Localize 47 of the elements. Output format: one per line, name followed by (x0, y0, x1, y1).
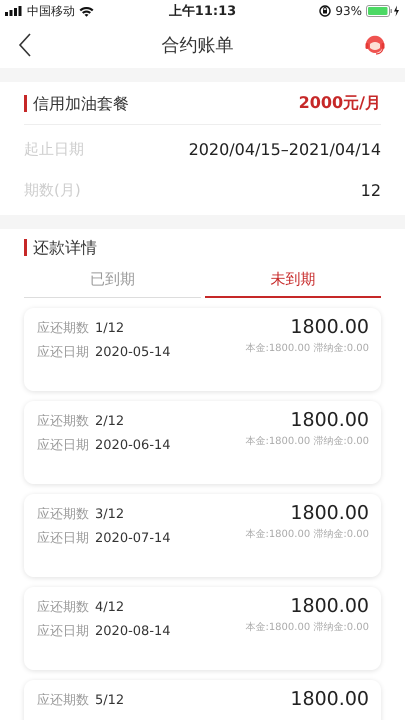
signal-icon (5, 6, 23, 16)
back-icon[interactable] (18, 33, 32, 57)
amount-breakdown: 本金:1800.00 滞纳金:0.00 (245, 434, 369, 448)
due-date: 2020-08-14 (95, 624, 171, 638)
section-title: 还款详情 (24, 239, 97, 256)
field-value: 2020/04/15–2021/04/14 (188, 140, 381, 159)
page-title: 合约账单 (162, 34, 234, 57)
field-label: 应还日期 (37, 530, 89, 547)
amount: 1800.00 (290, 409, 369, 431)
installment-card[interactable]: 应还期数 2/12 应还日期 2020-06-14 1800.00 本金:1800.00 滞纳金:0.00 (24, 401, 381, 484)
field-label: 应还日期 (37, 623, 89, 640)
tab[interactable]: 未到期 (204, 262, 381, 298)
period-value: 2/12 (95, 414, 124, 428)
field-label: 应还日期 (37, 437, 89, 454)
period-value: 3/12 (95, 506, 124, 522)
wifi-icon (79, 6, 94, 16)
field-label: 应还期数 (37, 320, 89, 337)
field-label: 应还日期 (37, 344, 89, 361)
amount: 1800.00 (290, 502, 369, 524)
amount-breakdown: 本金:1800.00 滞纳金:0.00 (245, 342, 369, 355)
field-label: 应还期数 (37, 599, 89, 616)
period-value: 5/12 (95, 692, 124, 708)
installment-card[interactable]: 应还期数 5/12 1800.00 (24, 680, 381, 720)
battery-charging-icon (366, 5, 400, 17)
plan-name: 信用加油套餐 (24, 94, 129, 112)
period-value: 1/12 (95, 320, 124, 336)
plan-price: 2000元/月 (298, 92, 381, 114)
installment-card[interactable]: 应还期数 4/12 应还日期 2020-08-14 1800.00 本金:1800.00 滞纳金:0.00 (24, 587, 381, 670)
amount-breakdown: 本金:1800.00 滞纳金:0.00 (245, 528, 369, 541)
field-label: 应还期数 (37, 506, 89, 523)
field-value: 12 (360, 181, 381, 200)
amount: 1800.00 (290, 316, 369, 338)
amount: 1800.00 (290, 595, 369, 617)
headset-agent-icon[interactable] (363, 33, 387, 57)
battery-percent: 93% (335, 4, 362, 18)
due-date: 2020-06-14 (95, 438, 171, 452)
due-date: 2020-05-14 (95, 344, 171, 360)
installment-card[interactable]: 应还期数 3/12 应还日期 2020-07-14 1800.00 本金:1800.00 滞纳金:0.00 (24, 494, 381, 577)
field-label: 应还期数 (37, 692, 89, 709)
installment-card[interactable]: 应还期数 1/12 应还日期 2020-05-14 1800.00 本金:1800.00 滞纳金:0.00 (24, 308, 381, 391)
period-value: 4/12 (95, 600, 124, 614)
due-date: 2020-07-14 (95, 530, 171, 546)
field-label: 应还期数 (37, 413, 89, 430)
amount-breakdown: 本金:1800.00 滞纳金:0.00 (245, 620, 369, 634)
carrier-name: 中国移动 (27, 2, 75, 20)
clock-time: 上午11:13 (168, 3, 236, 20)
amount: 1800.00 (290, 688, 369, 710)
